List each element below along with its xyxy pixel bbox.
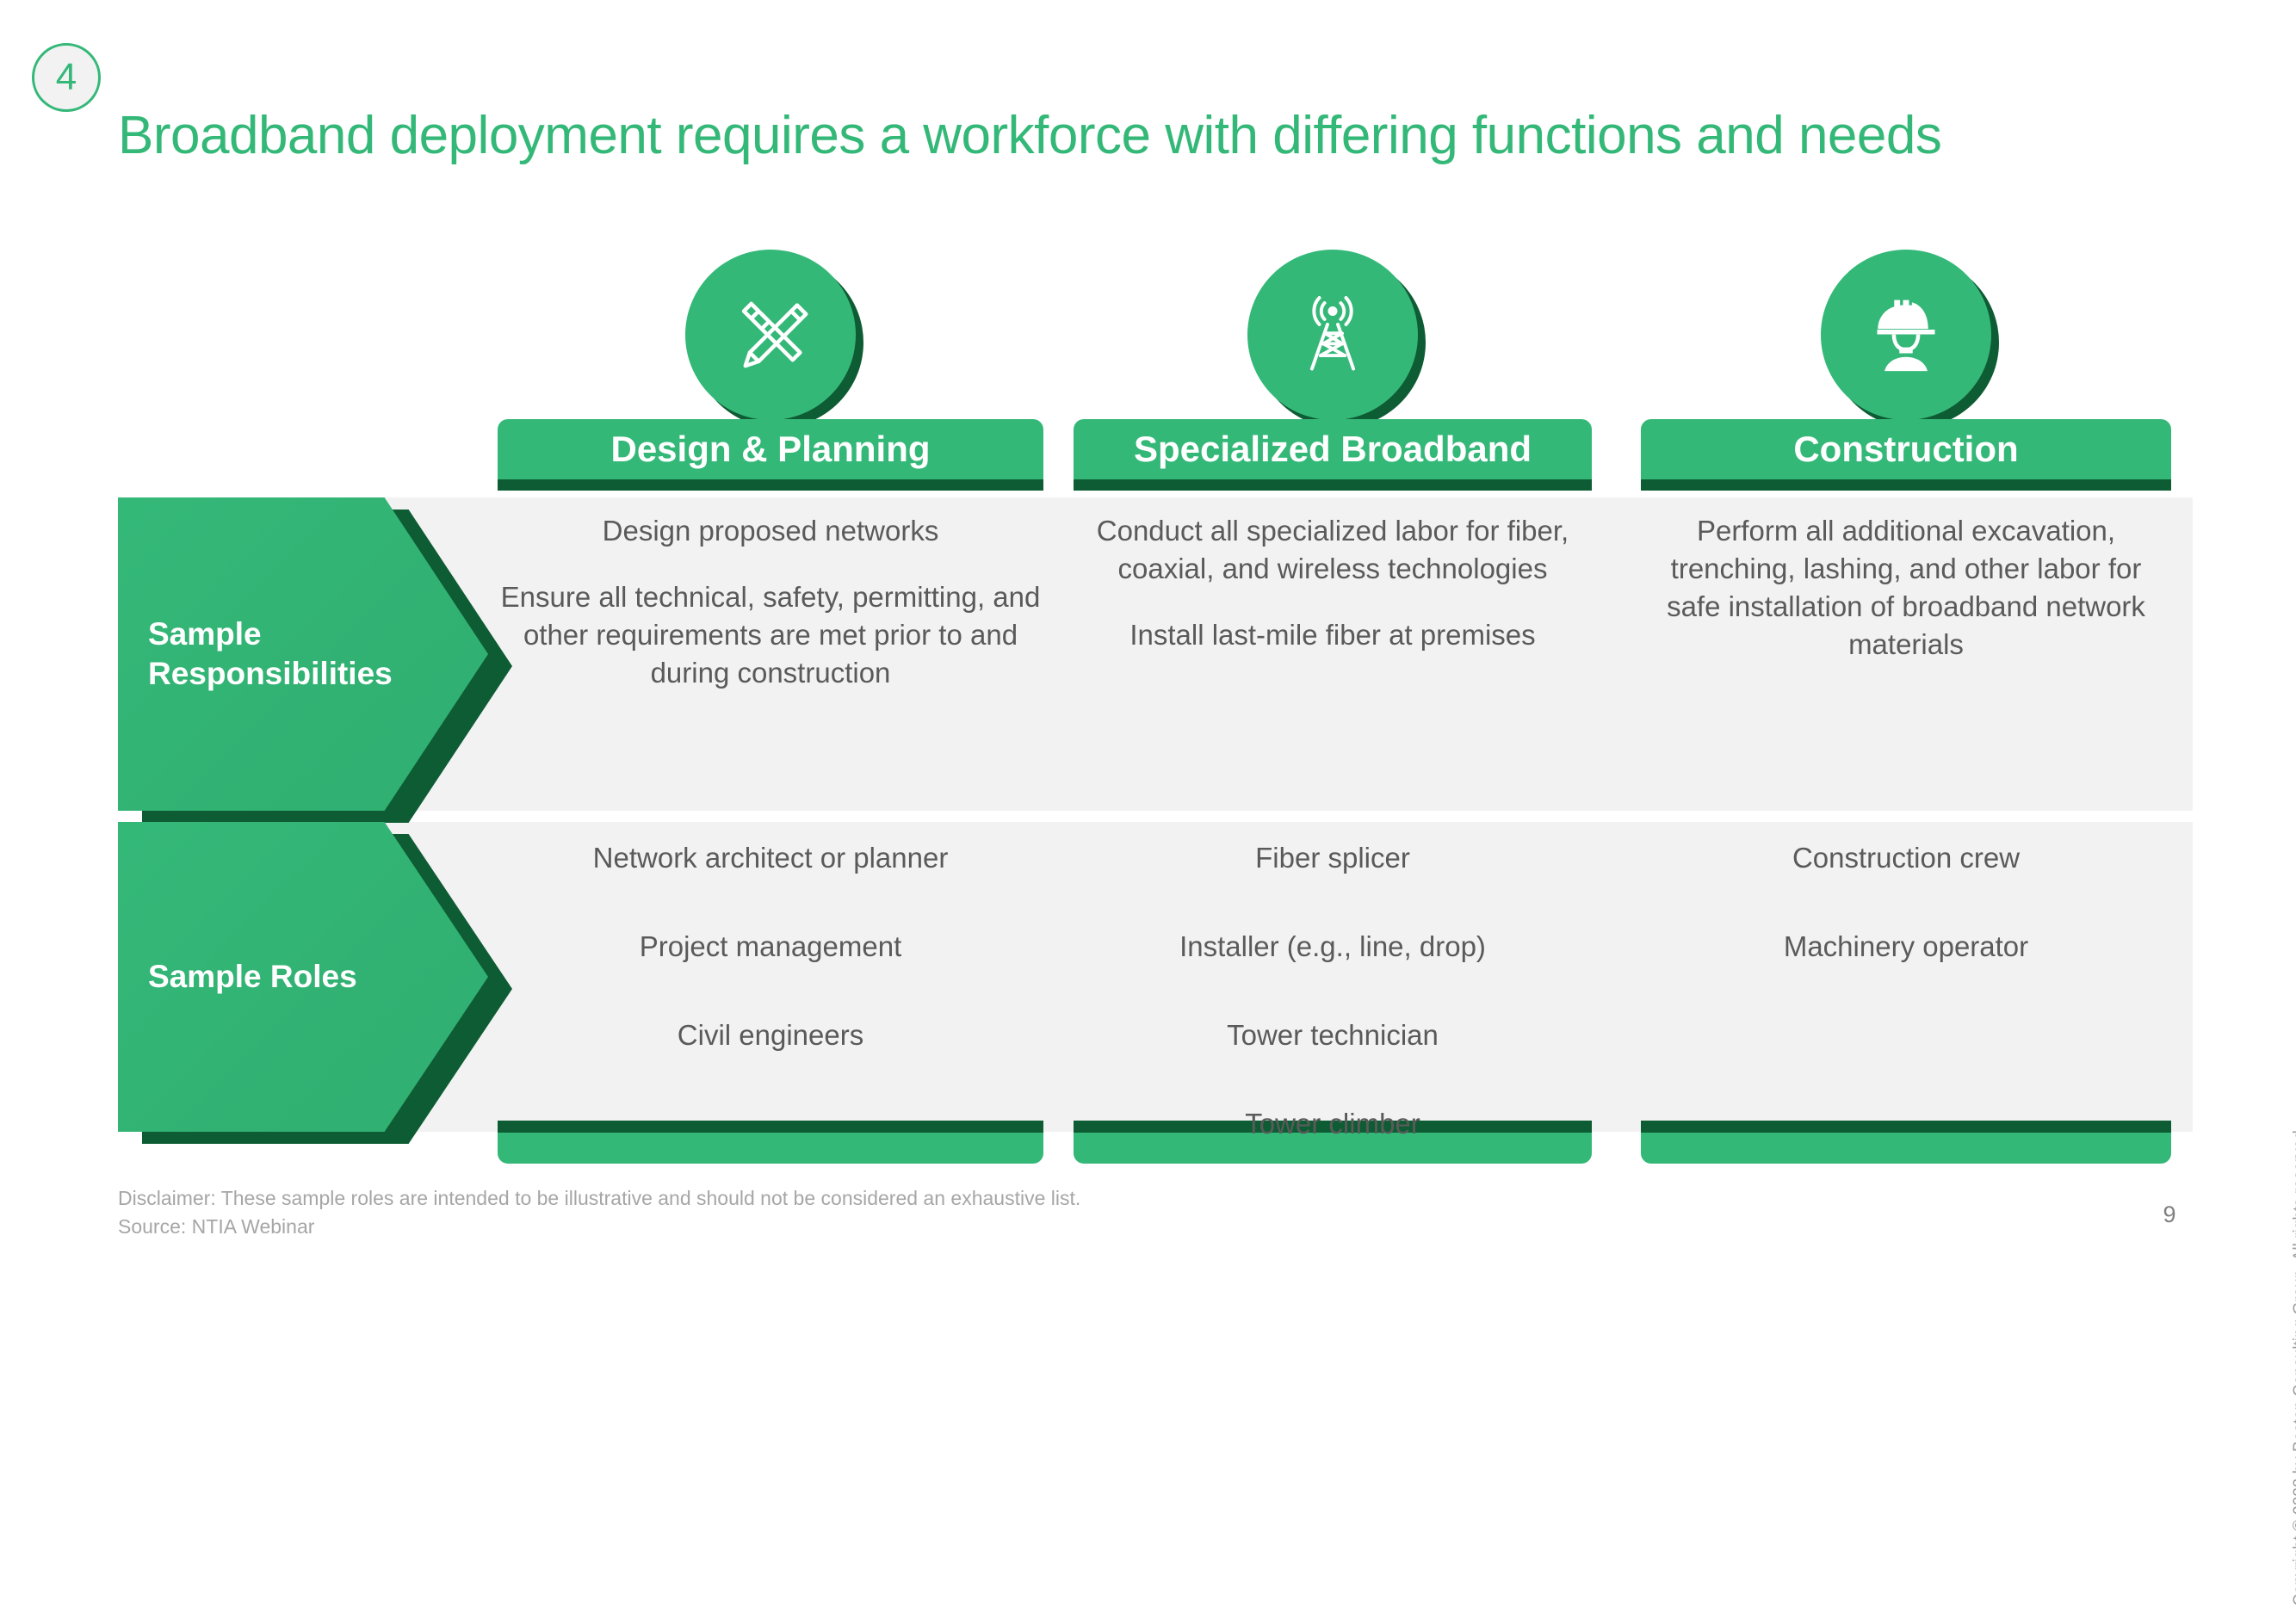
cell-paragraph: Perform all additional excavation, trenc… (1667, 515, 2145, 660)
cell-paragraph: Installer (e.g., line, drop) (1179, 930, 1486, 962)
slide-number-badge: 4 (32, 43, 101, 112)
column-footer-bar (498, 1133, 1043, 1164)
cell-responsibilities-specialized-broadband: Conduct all specialized labor for fiber,… (1074, 512, 1592, 654)
cell-responsibilities-design-and-planning: Design proposed networks Ensure all tech… (498, 512, 1043, 692)
cell-paragraph: Tower climber (1245, 1107, 1420, 1140)
row-label-line1: Sample Roles (148, 958, 357, 994)
cell-paragraph: Install last-mile fiber at premises (1129, 618, 1536, 651)
cell-paragraph: Ensure all technical, safety, permitting… (500, 580, 1041, 689)
column-header-underbar (498, 479, 1043, 491)
copyright-notice: Copyright © 2022 by Boston Consulting Gr… (2291, 1125, 2296, 1606)
cell-responsibilities-construction: Perform all additional excavation, trenc… (1641, 512, 2171, 664)
column-header-underbar (1641, 479, 2171, 491)
cell-roles-specialized-broadband: Fiber splicer Installer (e.g., line, dro… (1074, 839, 1592, 1143)
ruler-pencil-icon (685, 250, 856, 420)
disclaimer: Disclaimer: These sample roles are inten… (118, 1184, 1754, 1242)
column-footer-bar (1641, 1133, 2171, 1164)
slide-number-badge-label: 4 (55, 56, 77, 98)
cell-roles-design-and-planning: Network architect or planner Project man… (498, 839, 1043, 1054)
cell-paragraph: Machinery operator (1783, 930, 2029, 962)
column-header-construction: Construction (1641, 419, 2171, 479)
source-line: Source: NTIA Webinar (118, 1215, 315, 1238)
cell-paragraph: Conduct all specialized labor for fiber,… (1096, 515, 1569, 584)
column-header-design-and-planning: Design & Planning (498, 419, 1043, 479)
page-number: 9 (2163, 1201, 2176, 1227)
cell-paragraph: Fiber splicer (1255, 842, 1410, 874)
cell-roles-construction: Construction crew Machinery operator (1641, 839, 2171, 966)
row-label-sample-responsibilities: Sample Responsibilities (118, 497, 512, 823)
column-header-specialized-broadband: Specialized Broadband (1074, 419, 1592, 479)
row-label-line2: Responsibilities (148, 656, 393, 691)
cell-paragraph: Tower technician (1227, 1018, 1439, 1051)
column-footer-darkbar (498, 1121, 1043, 1133)
cell-paragraph: Civil engineers (677, 1018, 864, 1051)
disclaimer-line: Disclaimer: These sample roles are inten… (118, 1187, 1081, 1209)
row-label-sample-roles: Sample Roles (118, 822, 512, 1144)
column-footer-darkbar (1641, 1121, 2171, 1133)
row-label-text: Sample Roles (118, 957, 357, 997)
column-header-underbar (1074, 479, 1592, 491)
radio-tower-icon (1247, 250, 1418, 420)
cell-paragraph: Network architect or planner (592, 842, 949, 874)
cell-paragraph: Construction crew (1792, 842, 2021, 874)
row-label-text: Sample Responsibilities (118, 615, 393, 695)
cell-paragraph: Project management (639, 930, 902, 962)
row-label-line1: Sample (148, 615, 262, 652)
cell-paragraph: Design proposed networks (602, 515, 939, 547)
page-title: Broadband deployment requires a workforc… (118, 106, 1942, 165)
hardhat-worker-icon (1821, 250, 1991, 420)
